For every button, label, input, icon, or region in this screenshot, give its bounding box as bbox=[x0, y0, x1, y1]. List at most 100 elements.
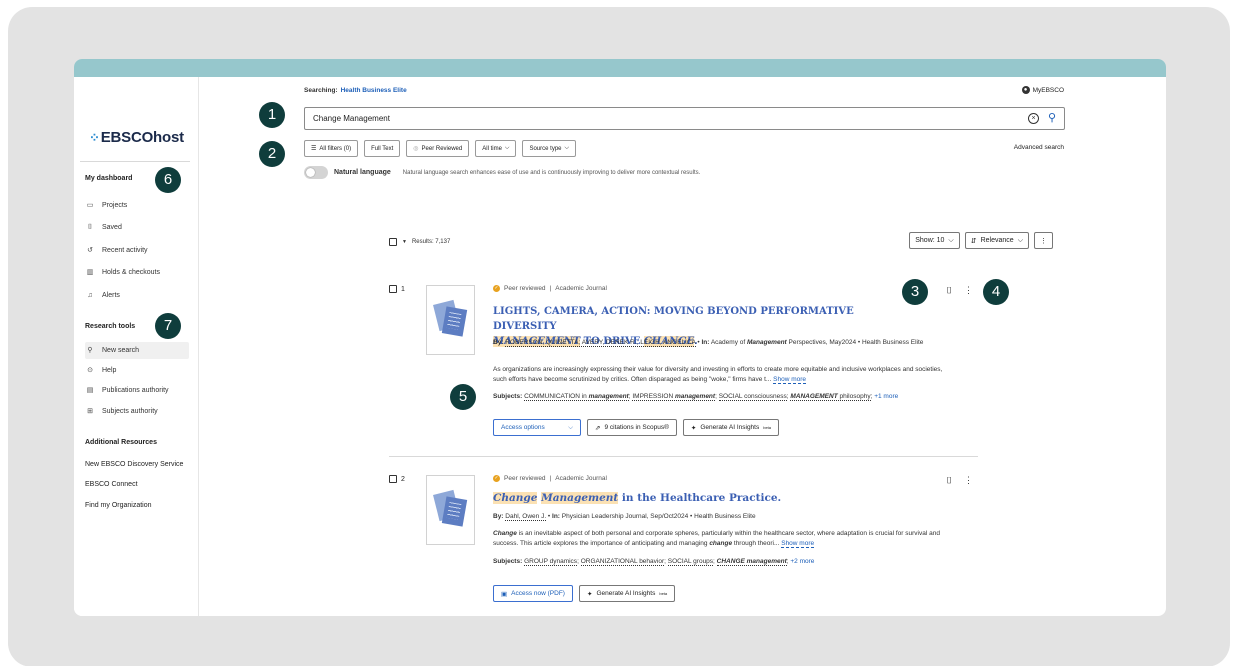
citations-button[interactable]: ⇗ 9 citations in Scopus® bbox=[587, 419, 677, 436]
sidebar-item-help[interactable]: ⊙ Help bbox=[85, 362, 189, 379]
result-subjects: Subjects: COMMUNICATION in management; I… bbox=[493, 393, 899, 401]
link-ebsco-connect[interactable]: EBSCO Connect bbox=[85, 481, 138, 488]
subject-link[interactable]: COMMUNICATION in management bbox=[524, 393, 629, 401]
result-title[interactable]: Change Management in the Healthcare Prac… bbox=[493, 491, 933, 505]
callout-badge: 7 bbox=[155, 313, 181, 339]
natural-language-toggle[interactable] bbox=[304, 166, 328, 179]
result-divider bbox=[389, 456, 978, 457]
document-thumbnail[interactable] bbox=[426, 285, 475, 355]
subject-link[interactable]: MANAGEMENT philosophy bbox=[790, 393, 871, 401]
meta-divider: | bbox=[549, 285, 552, 292]
advanced-search-link[interactable]: Advanced search bbox=[1014, 144, 1064, 151]
subject-link[interactable]: SOCIAL groups bbox=[667, 558, 714, 566]
bookmark-icon[interactable]: ⌷ bbox=[947, 475, 952, 486]
peer-reviewed-icon: ✓ bbox=[493, 285, 500, 292]
natural-language-label: Natural language bbox=[334, 169, 391, 176]
result-abstract: As organizations are increasingly expres… bbox=[493, 365, 943, 385]
ebsco-logo[interactable]: ⁘EBSCOhost bbox=[89, 129, 184, 146]
all-filters-label: All filters (0) bbox=[319, 145, 352, 152]
access-now-label: Access now (PDF) bbox=[511, 590, 565, 597]
help-icon: ⊙ bbox=[87, 366, 93, 374]
chevron-down-icon: ⌵ bbox=[564, 145, 570, 151]
natural-language-description: Natural language search enhances ease of… bbox=[402, 169, 701, 176]
my-ebsco-button[interactable]: ● MyEBSCO bbox=[1021, 86, 1064, 94]
subjects-label: Subjects: bbox=[493, 393, 523, 400]
chevron-down-icon: ⌵ bbox=[948, 236, 954, 244]
results-more-options-button[interactable]: ⋮ bbox=[1034, 232, 1053, 249]
sidebar-item-holds[interactable]: ▥ Holds & checkouts bbox=[85, 264, 189, 281]
all-filters-button[interactable]: ☰ All filters (0) bbox=[304, 140, 359, 157]
peer-reviewed-label: Peer reviewed bbox=[504, 285, 546, 292]
document-icon bbox=[441, 306, 468, 337]
full-text-button[interactable]: Full Text bbox=[364, 140, 401, 157]
books-icon: ▥ bbox=[86, 268, 94, 276]
result-checkbox[interactable] bbox=[389, 285, 397, 293]
result-abstract: Change is an inevitable aspect of both p… bbox=[493, 529, 943, 549]
subject-link[interactable]: SOCIAL consciousness bbox=[718, 393, 787, 401]
subject-link[interactable]: GROUP dynamics bbox=[524, 558, 578, 566]
top-bar bbox=[74, 59, 1166, 77]
peer-reviewed-label: Peer Reviewed bbox=[421, 145, 463, 152]
show-dropdown[interactable]: Show: 10 ⌵ bbox=[909, 232, 960, 249]
sparkle-icon: ✦ bbox=[690, 424, 697, 432]
abstract-text: As organizations are increasingly expres… bbox=[493, 366, 943, 383]
access-options-dropdown[interactable]: Access options ⌵ bbox=[493, 419, 581, 436]
database-link[interactable]: Health Business Elite bbox=[341, 87, 407, 94]
authors-link[interactable]: Dahl, Owen J. bbox=[505, 513, 547, 521]
link-new-eds[interactable]: New EBSCO Discovery Service bbox=[85, 461, 183, 468]
more-subjects-link[interactable]: +2 more bbox=[790, 558, 814, 565]
more-subjects-link[interactable]: +1 more bbox=[874, 393, 898, 400]
sidebar-item-saved[interactable]: ⌷ Saved bbox=[85, 219, 189, 236]
caret-down-icon[interactable]: ▼ bbox=[402, 239, 407, 245]
sort-icon: ⇵ bbox=[970, 237, 977, 245]
search-input[interactable] bbox=[305, 108, 1005, 129]
chevron-down-icon: ⌵ bbox=[1017, 236, 1023, 244]
subject-link[interactable]: ORGANIZATIONAL behavior bbox=[580, 558, 665, 566]
abstract-highlight: Change bbox=[493, 530, 517, 537]
all-time-dropdown[interactable]: All time ⌵ bbox=[475, 140, 517, 157]
source-text: Perspectives, May2024 • Health Business … bbox=[786, 339, 924, 346]
authors-link[interactable]: ROBERSON, QUINETTA; AVERY, DEREK R.; LEI… bbox=[505, 339, 696, 347]
result-action-buttons: Access options ⌵ ⇗ 9 citations in Scopus® … bbox=[493, 419, 780, 436]
sidebar-item-projects[interactable]: ▭ Projects bbox=[85, 197, 189, 214]
source-text: Physician Leadership Journal, Sep/Oct202… bbox=[561, 513, 756, 520]
access-now-pdf-button[interactable]: ▣ Access now (PDF) bbox=[493, 585, 573, 602]
user-icon: ● bbox=[1021, 86, 1030, 94]
document-icon bbox=[441, 496, 468, 527]
bookmark-icon[interactable]: ⌷ bbox=[947, 285, 952, 296]
subject-link[interactable]: CHANGE management bbox=[716, 558, 787, 566]
clear-icon[interactable]: × bbox=[1028, 113, 1039, 124]
more-vertical-icon[interactable]: ⋮ bbox=[964, 475, 973, 486]
sidebar-item-publications[interactable]: ▤ Publications authority bbox=[85, 382, 189, 399]
subject-link[interactable]: IMPRESSION management bbox=[632, 393, 716, 401]
publication-icon: ▤ bbox=[86, 386, 94, 394]
folder-icon: ▭ bbox=[86, 201, 94, 209]
more-vertical-icon[interactable]: ⋮ bbox=[964, 285, 973, 296]
callout-badge: 5 bbox=[450, 384, 476, 410]
show-more-link[interactable]: Show more bbox=[773, 376, 807, 384]
search-icon[interactable]: ⚲ bbox=[1048, 111, 1056, 124]
ai-insights-button[interactable]: ✦ Generate AI Insights beta bbox=[682, 419, 780, 436]
external-link-icon: ⇗ bbox=[595, 424, 601, 432]
beta-tag: beta bbox=[763, 425, 772, 430]
sidebar-item-subjects[interactable]: ⊞ Subjects authority bbox=[85, 403, 189, 420]
source-type-dropdown[interactable]: Source type ⌵ bbox=[522, 140, 577, 157]
sidebar-item-recent-activity[interactable]: ↺ Recent activity bbox=[85, 242, 189, 259]
source-highlight: Management bbox=[746, 339, 787, 346]
sidebar-item-label: Alerts bbox=[102, 292, 120, 299]
main-content: Searching: Health Business Elite ● MyEBSCO… bbox=[200, 77, 1166, 616]
select-all-checkbox[interactable] bbox=[389, 238, 397, 246]
link-find-organization[interactable]: Find my Organization bbox=[85, 502, 152, 509]
result-checkbox[interactable] bbox=[389, 475, 397, 483]
sort-dropdown[interactable]: ⇵ Relevance ⌵ bbox=[964, 232, 1029, 249]
callout-badge: 2 bbox=[259, 141, 285, 167]
results-controls: Show: 10 ⌵ ⇵ Relevance ⌵ ⋮ bbox=[909, 232, 1053, 249]
chevron-down-icon: ⌵ bbox=[504, 145, 510, 151]
ai-insights-button[interactable]: ✦ Generate AI Insights beta bbox=[578, 585, 676, 602]
show-more-link[interactable]: Show more bbox=[781, 540, 815, 548]
sidebar-item-new-search[interactable]: ⚲ New search bbox=[85, 342, 189, 359]
peer-reviewed-button[interactable]: ◎ Peer Reviewed bbox=[406, 140, 470, 157]
document-thumbnail[interactable] bbox=[426, 475, 475, 545]
peer-reviewed-label: Peer reviewed bbox=[504, 475, 546, 482]
sidebar-item-alerts[interactable]: ♫ Alerts bbox=[85, 287, 189, 304]
